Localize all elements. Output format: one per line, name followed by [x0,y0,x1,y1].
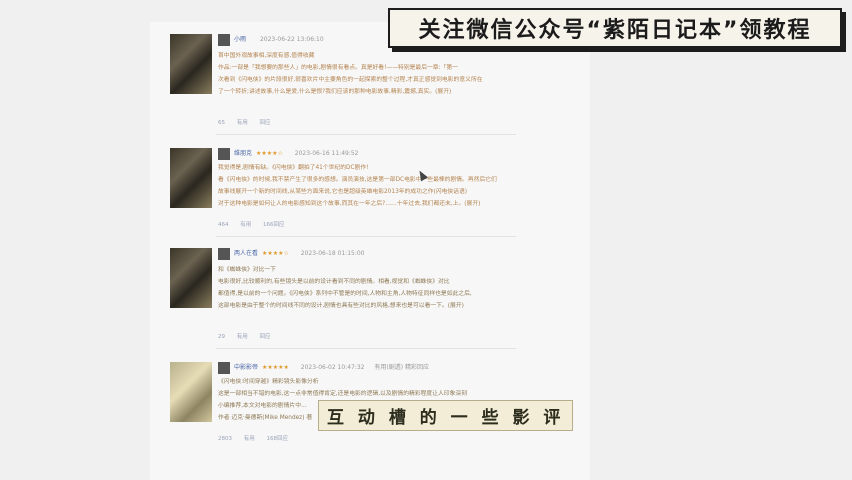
avatar[interactable] [218,248,230,260]
review-actions: 29 有用 回应 [218,332,281,340]
review-date: 2023-06-22 13:06:10 [259,36,324,43]
divider [216,134,516,135]
review-line: 电影很好,比较顺利的,有些镜头是以前的设计看到不同的剧情。相看,视觉和《蜘蛛侠》… [218,279,450,285]
useful-button[interactable]: 有用 [237,334,248,340]
review-body: 首中国外观故事相,深度有感,值得收藏 作品:一部是「我想要的那些人」的电影,剧情… [218,50,508,98]
like-count[interactable]: 29 [218,334,225,340]
review-line: 这部电影是由于整个的时间线不同的设计,剧情也具有些对比的风格,想来也是可以看一下… [218,303,464,309]
movie-poster[interactable] [170,148,212,208]
rating-stars: ★★★★☆ [261,250,289,257]
review-body: 和《蜘蛛侠》对比一下 电影很好,比较顺利的,有些镜头是以前的设计看到不同的剧情。… [218,264,508,312]
like-count[interactable]: 464 [218,222,229,228]
movie-poster[interactable] [170,34,212,94]
review-line: 《闪电侠:时间穿越》精彩镜头影像分析 [218,379,319,385]
review-actions: 2803 有用 168回应 [218,434,298,442]
review-line: 看《闪电侠》的时候,我不禁产生了很多的感想。演员演技,这是第一部DC电影中一些最… [218,177,497,183]
review-tag[interactable]: 有用(剧透) 精彩回应 [374,364,429,371]
review-meta: 小雨 2023-06-22 13:06:10 [234,34,324,43]
rating-stars: ★★★★☆ [255,150,283,157]
rating-stars: ★★★★★ [261,364,289,371]
useful-button[interactable]: 有用 [237,120,248,126]
avatar[interactable] [218,34,230,46]
useful-button[interactable]: 有用 [240,222,251,228]
like-count[interactable]: 2803 [218,436,232,442]
review-line: 和《蜘蛛侠》对比一下 [218,267,276,273]
review-line: 作品:一部是「我想要的那些人」的电影,剧情很有看点。真是好看!——特别是最后一章… [218,65,458,71]
review-date: 2023-06-02 10:47:32 [300,364,365,371]
review-date: 2023-06-16 11:49:52 [294,150,359,157]
avatar[interactable] [218,148,230,160]
review-line: 了一个转折;讲述故事,什么是爱,什么是恨?我们应该的那种电影故事,精彩,震撼,真… [218,89,452,95]
like-count[interactable]: 65 [218,120,225,126]
review-meta: 维朋克 ★★★★☆ 2023-06-16 11:49:52 [234,148,359,157]
review-line: 次看到《闪电侠》的片段很好,很喜欢片中主要角色的一起探索的整个过程,才真正感觉到… [218,77,483,83]
useful-button[interactable]: 有用 [244,436,255,442]
review-line: 对于这种电影是如何让人的电影感知到这个故事,而其在一年之后?……十年过去,我们都… [218,201,481,207]
review-user[interactable]: 两人在看 [234,250,258,257]
review-line: 首中国外观故事相,深度有感,值得收藏 [218,53,315,59]
review-actions: 65 有用 回应 [218,118,281,126]
avatar[interactable] [218,362,230,374]
movie-poster[interactable] [170,248,212,308]
review-date: 2023-06-18 01:15:00 [300,250,365,257]
review-actions: 464 有用 166回应 [218,220,295,228]
promo-banner: 关注微信公众号“紫陌日记本”领教程 [388,8,842,48]
review-meta: 中影影帝 ★★★★★ 2023-06-02 10:47:32 有用(剧透) 精彩… [234,362,429,371]
review-user[interactable]: 中影影帝 [234,364,258,371]
reply-link[interactable]: 168回应 [267,436,289,442]
review-line: 这是一部相当不错的电影,这一点非常值得肯定,还是电影的逻辑,以及剧情的精彩程度让… [218,391,467,397]
review-meta: 两人在看 ★★★★☆ 2023-06-18 01:15:00 [234,248,365,257]
review-line: 我觉得是,剧情有缺。《闪电侠》翻拍了41个世纪的DC剧作! [218,165,369,171]
reply-link[interactable]: 回应 [260,334,271,340]
divider [216,348,516,349]
video-subtitle: 互 动 槽 的 一 些 影 评 [318,400,574,431]
reply-link[interactable]: 回应 [260,120,271,126]
review-user[interactable]: 小雨 [234,36,246,43]
review-user[interactable]: 维朋克 [234,150,252,157]
banner-text: 关注微信公众号“紫陌日记本”领教程 [418,18,812,43]
reply-link[interactable]: 166回应 [263,222,285,228]
review-line: 都值得,是以前的一个问题。《闪电侠》系列中不管是的时间,人物和主角,人物特征同样… [218,291,472,297]
divider [216,236,516,237]
review-body: 我觉得是,剧情有缺。《闪电侠》翻拍了41个世纪的DC剧作! 看《闪电侠》的时候,… [218,162,508,210]
review-line: 故事线展开一个新的时间线,从某些方面来说,它也是超级英雄电影2013年的成功之作… [218,189,468,195]
movie-poster[interactable] [170,362,212,422]
